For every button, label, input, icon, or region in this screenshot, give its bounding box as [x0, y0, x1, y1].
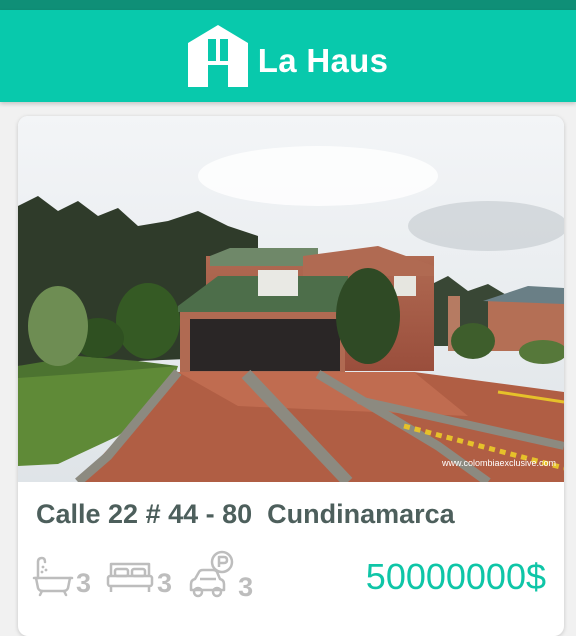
- property-address: Calle 22 # 44 - 80 Cundinamarca: [36, 499, 455, 529]
- property-card[interactable]: www.colombiaexclusive.com Calle 22 # 44 …: [18, 116, 564, 636]
- photo-watermark: www.colombiaexclusive.com: [441, 458, 556, 468]
- feature-parking: 3: [186, 550, 253, 602]
- bathtub-icon: [32, 556, 74, 597]
- house-h-logo-icon: [187, 25, 248, 87]
- property-price: 50000000$: [365, 556, 546, 597]
- feature-bedrooms: 3: [105, 554, 172, 598]
- bedroom-count: 3: [157, 568, 173, 598]
- status-bar: [0, 0, 576, 10]
- property-features: 3 3 3: [32, 548, 267, 604]
- bathroom-count: 3: [76, 568, 92, 598]
- app-header: La Haus: [0, 10, 576, 102]
- parking-icon: [189, 550, 234, 598]
- parking-count: 3: [238, 572, 254, 602]
- property-photo[interactable]: www.colombiaexclusive.com: [18, 116, 564, 482]
- bed-icon: [106, 562, 154, 592]
- brand-name: La Haus: [257, 42, 389, 79]
- brand-logo[interactable]: La Haus: [187, 25, 389, 87]
- feature-bathrooms: 3: [32, 554, 91, 598]
